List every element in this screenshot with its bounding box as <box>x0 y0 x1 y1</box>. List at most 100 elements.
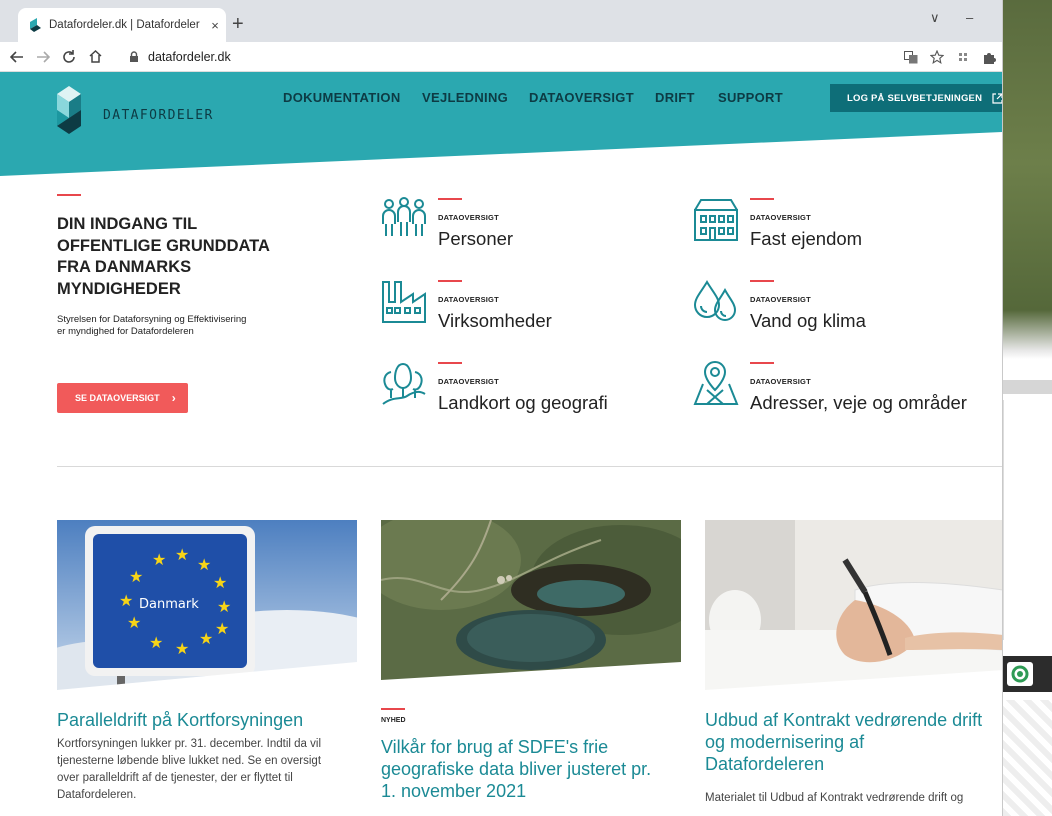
background-window-bar <box>1003 380 1052 394</box>
tab-title: Datafordeler.dk | Datafordeler <box>49 19 200 31</box>
news-text-line: tjenesterne løbende blive lukket ned. Se… <box>57 755 322 767</box>
category-name[interactable]: Virksomheder <box>438 310 552 332</box>
browser-window: Datafordeler.dk | Datafordeler × + ∨ – d… <box>0 0 1003 816</box>
logo-text[interactable]: DATAFORDELER <box>103 108 214 123</box>
news-title[interactable]: Vilkår for brug af SDFE's frie geografis… <box>381 736 691 802</box>
category-name[interactable]: Adresser, veje og områder <box>750 392 967 414</box>
news-title-line[interactable]: 1. november 2021 <box>381 780 691 802</box>
category-name[interactable]: Landkort og geografi <box>438 392 608 414</box>
category-kicker: DATAOVERSIGT <box>438 377 499 386</box>
news-text-line: Materialet til Udbud af Kontrakt vedrøre… <box>705 792 964 804</box>
background-widget[interactable] <box>1003 656 1052 692</box>
web-page: DATAFORDELER DOKUMENTATION VEJLEDNING DA… <box>0 72 1003 816</box>
nav-support[interactable]: SUPPORT <box>718 90 783 105</box>
new-tab-button[interactable]: + <box>232 14 244 34</box>
category-accent-line <box>438 198 462 200</box>
puzzle-icon[interactable] <box>982 50 996 64</box>
news-text: Kortforsyningen lukker pr. 31. december.… <box>57 736 357 804</box>
building-icon <box>694 199 738 241</box>
section-divider <box>57 466 1002 467</box>
news-title[interactable]: Paralleldrift på Kortforsyningen <box>57 709 357 731</box>
login-button[interactable]: LOG PÅ SELVBETJENINGEN <box>830 84 1002 112</box>
news-title-line[interactable]: og modernisering af <box>705 731 1002 753</box>
people-icon <box>382 197 426 236</box>
datafordeler-logo-icon[interactable] <box>57 86 97 142</box>
news-title-line[interactable]: Datafordeleren <box>705 753 1002 775</box>
svg-text:★: ★ <box>119 591 133 610</box>
background-pattern <box>1003 700 1052 816</box>
category-accent-line <box>438 362 462 364</box>
category-kicker: DATAOVERSIGT <box>750 377 811 386</box>
category-name[interactable]: Vand og klima <box>750 310 866 332</box>
trees-landscape-icon <box>382 362 426 405</box>
hero-title-line: OFFENTLIGE GRUNDDATA <box>57 236 270 255</box>
hero-title-line: MYNDIGHEDER <box>57 279 181 298</box>
news-text: Materialet til Udbud af Kontrakt vedrøre… <box>705 790 1002 807</box>
reload-icon[interactable] <box>62 50 76 64</box>
cta-label: SE DATAOVERSIGT <box>75 393 160 403</box>
extension-icon[interactable] <box>956 50 970 64</box>
hero-title-line: FRA DANMARKS <box>57 258 192 276</box>
news-text-line: Kortforsyningen lukker pr. 31. december.… <box>57 738 322 750</box>
tab-close-icon[interactable]: × <box>204 18 226 33</box>
nav-vejledning[interactable]: VEJLEDNING <box>422 90 508 105</box>
svg-text:★: ★ <box>197 555 211 574</box>
svg-text:★: ★ <box>149 633 163 652</box>
hero-subtitle: Styrelsen for Dataforsyning og Effektivi… <box>57 314 297 338</box>
background-window-panel <box>1003 400 1052 640</box>
svg-text:★: ★ <box>217 597 231 616</box>
svg-text:★: ★ <box>127 613 141 632</box>
news-image-danmark-sign[interactable]: ★ ★★ ★ ★ ★★ ★ ★★ ★★ Danmark <box>57 520 357 692</box>
minimize-button[interactable]: – <box>966 10 973 25</box>
category-accent-line <box>438 280 462 282</box>
translate-icon[interactable] <box>904 51 918 64</box>
back-icon[interactable] <box>10 50 24 64</box>
hero-accent-line <box>57 194 81 196</box>
hero-title-line: DIN INDGANG TIL <box>57 215 198 233</box>
category-kicker: DATAOVERSIGT <box>438 295 499 304</box>
svg-text:★: ★ <box>129 567 143 586</box>
forward-icon[interactable] <box>36 50 50 64</box>
se-dataoversigt-button[interactable]: SE DATAOVERSIGT › <box>57 383 188 413</box>
news-text-line: over paralleldrift af de tjenester, der … <box>57 772 293 784</box>
bookmark-star-icon[interactable] <box>930 50 944 64</box>
tab-search-icon[interactable]: ∨ <box>930 10 940 26</box>
category-accent-line <box>750 362 774 364</box>
url-text[interactable]: datafordeler.dk <box>148 50 231 64</box>
news-image-signing-document[interactable] <box>705 520 1003 692</box>
hero-subtitle-line: Styrelsen for Dataforsyning og Effektivi… <box>57 314 247 325</box>
news-image-aerial-lake[interactable] <box>381 520 681 692</box>
svg-text:★: ★ <box>175 545 189 564</box>
home-icon[interactable] <box>88 49 103 64</box>
category-kicker: DATAOVERSIGT <box>750 295 811 304</box>
sign-text: Danmark <box>139 597 199 612</box>
svg-text:★: ★ <box>213 573 227 592</box>
news-title-line[interactable]: Udbud af Kontrakt vedrørende drift <box>705 709 1002 731</box>
chevron-right-icon: › <box>171 391 176 405</box>
news-title-line[interactable]: Vilkår for brug af SDFE's frie <box>381 736 691 758</box>
browser-toolbar: datafordeler.dk <box>0 42 1002 72</box>
browser-tab[interactable]: Datafordeler.dk | Datafordeler × <box>18 8 226 42</box>
nav-drift[interactable]: DRIFT <box>655 90 695 105</box>
news-title[interactable]: Udbud af Kontrakt vedrørende drift og mo… <box>705 709 1002 775</box>
hero-title: DIN INDGANG TIL OFFENTLIGE GRUNDDATA FRA… <box>57 214 317 300</box>
lock-icon[interactable] <box>128 51 140 63</box>
favicon-icon <box>30 18 41 32</box>
nav-dataoversigt[interactable]: DATAOVERSIGT <box>529 90 634 105</box>
category-accent-line <box>750 198 774 200</box>
hero-subtitle-line: er myndighed for Datafordeleren <box>57 326 194 337</box>
desktop-background <box>1003 0 1052 816</box>
category-name[interactable]: Fast ejendom <box>750 228 862 250</box>
svg-text:★: ★ <box>199 629 213 648</box>
category-name[interactable]: Personer <box>438 228 513 250</box>
category-kicker: DATAOVERSIGT <box>438 213 499 222</box>
water-drops-icon <box>693 280 737 321</box>
login-label: LOG PÅ SELVBETJENINGEN <box>847 92 983 104</box>
app-icon[interactable] <box>1007 662 1033 686</box>
news-title-line[interactable]: geografiske data bliver justeret pr. <box>381 758 691 780</box>
news-title-line[interactable]: Paralleldrift på Kortforsyningen <box>57 709 357 731</box>
news-accent-line <box>381 708 405 710</box>
address-bar[interactable]: datafordeler.dk <box>128 46 888 68</box>
nav-dokumentation[interactable]: DOKUMENTATION <box>283 90 401 105</box>
factory-icon <box>382 281 426 323</box>
